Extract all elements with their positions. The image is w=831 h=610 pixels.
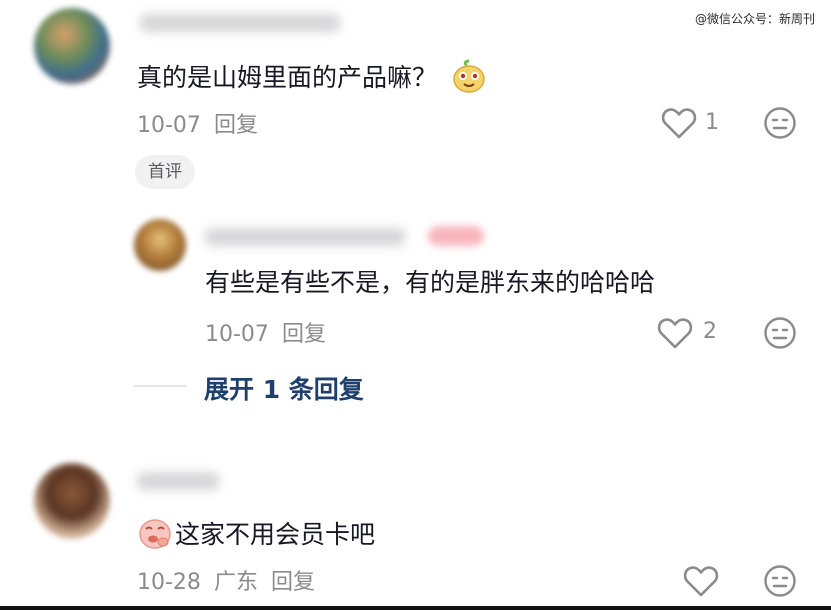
comment-date: 10-28 [137,570,201,595]
like-count: 2 [703,319,717,344]
comment-date: 10-07 [137,113,201,138]
heart-outline-icon[interactable] [657,316,693,350]
avatar[interactable] [34,463,110,539]
comment-meta: 10-28 广东 回复 [137,564,315,596]
meh-face-outline-icon[interactable] [763,564,797,598]
first-comment-badge: 首评 [135,155,195,189]
reply-button[interactable]: 回复 [282,322,326,347]
reply-button[interactable]: 回复 [271,570,315,595]
meh-face-outline-icon[interactable] [763,106,797,140]
heart-outline-icon[interactable] [683,564,719,598]
expand-divider [134,385,186,387]
comment-text: 这家不用会员卡吧 [137,515,375,551]
avatar[interactable] [34,8,110,84]
avatar[interactable] [134,219,186,271]
comment-text: 有些是有些不是，有的是胖东来的哈哈哈 [205,268,656,297]
author-tag-blurred [428,226,484,246]
bottom-border [0,606,831,610]
username-blurred[interactable] [140,14,340,32]
comment-meta: 10-07 回复 [205,316,326,348]
pink-thinking-face-emoji [139,519,171,549]
comment-text: 真的是山姆里面的产品嘛？ [137,58,487,94]
heart-outline-icon[interactable] [661,106,697,140]
meh-face-outline-icon[interactable] [763,316,797,350]
reply-button[interactable]: 回复 [214,113,258,138]
watermark: @微信公众号：新周刊 [694,12,815,26]
expand-replies-button[interactable]: 展开 1 条回复 [204,370,364,406]
username-blurred[interactable] [205,228,405,246]
username-blurred[interactable] [137,472,219,490]
comment-date: 10-07 [205,322,269,347]
comment-meta: 10-07 回复 [137,107,258,139]
comment-location: 广东 [213,570,258,595]
smiling-yellow-face-emoji [453,59,485,93]
like-count: 1 [705,110,719,135]
